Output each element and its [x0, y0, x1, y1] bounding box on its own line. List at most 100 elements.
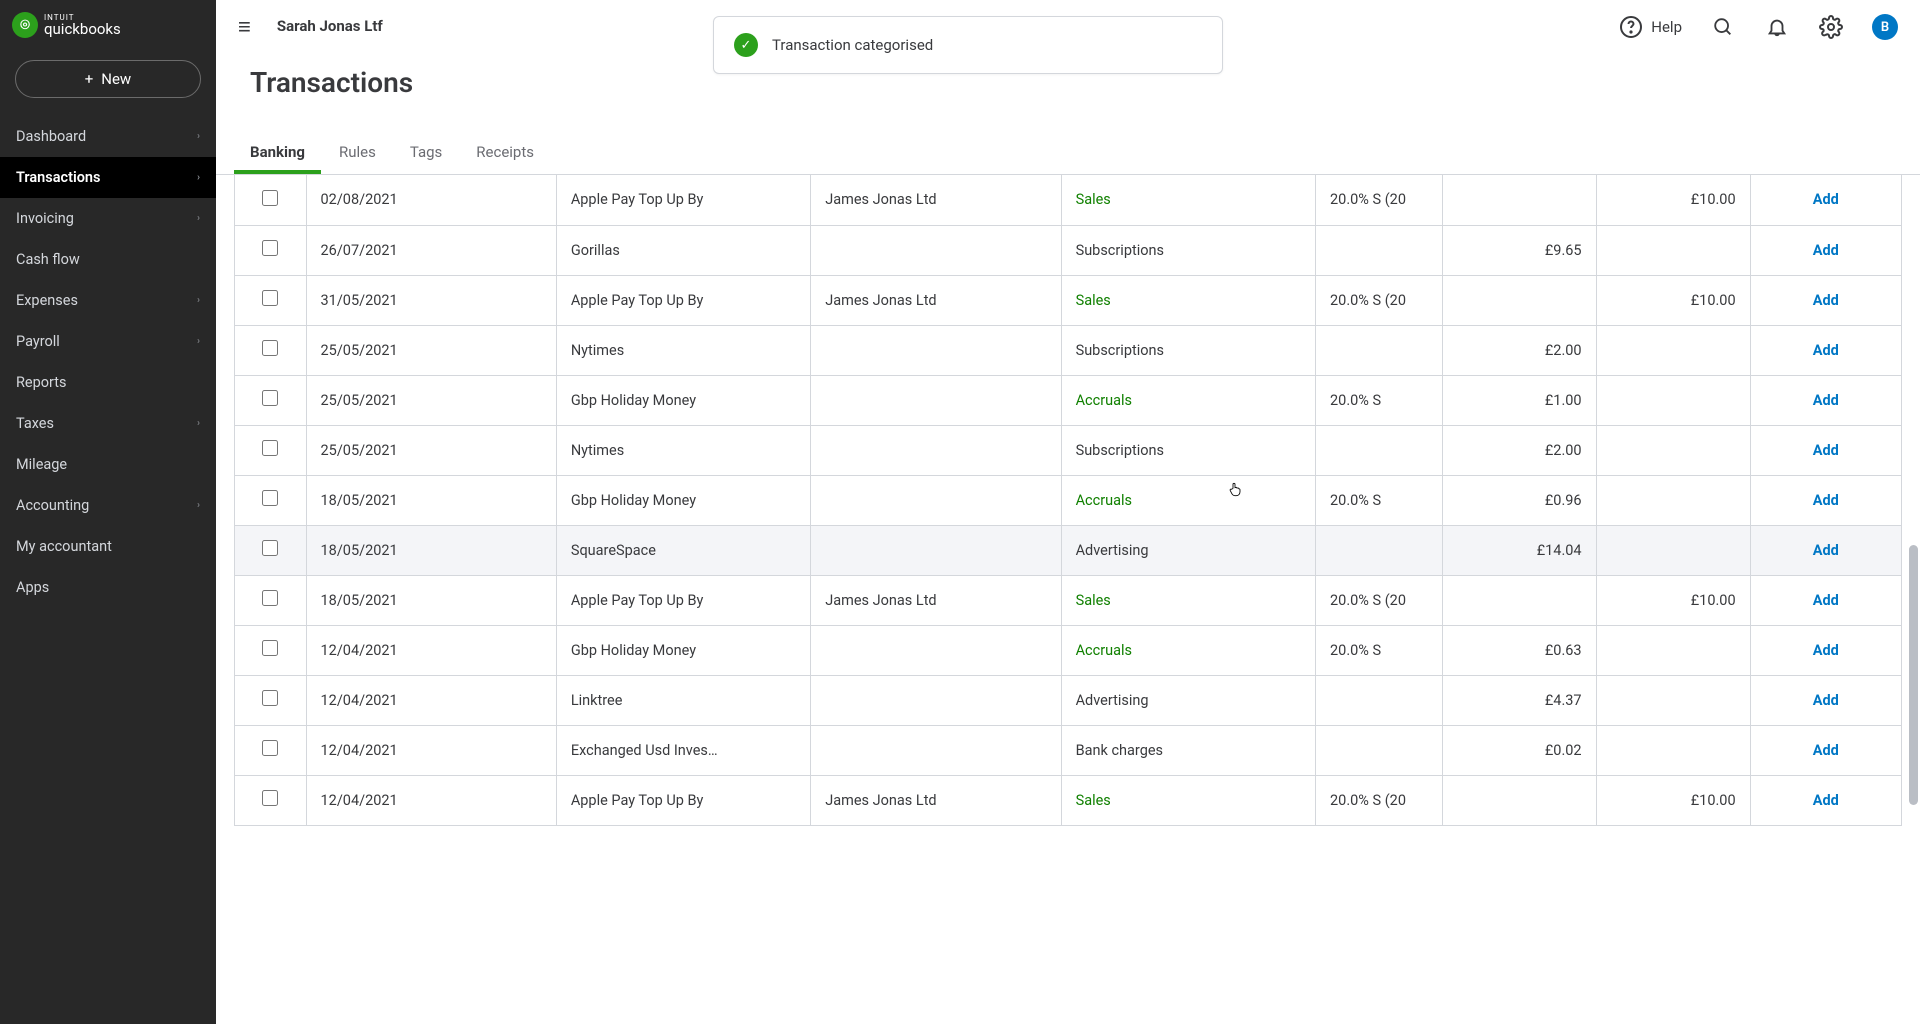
cell-spent: £0.96	[1442, 475, 1596, 525]
add-button[interactable]: Add	[1813, 242, 1839, 259]
add-button[interactable]: Add	[1813, 191, 1839, 208]
chevron-right-icon: ›	[197, 213, 200, 224]
table-row[interactable]: 18/05/2021Apple Pay Top Up ByJames Jonas…	[235, 575, 1902, 625]
user-avatar[interactable]: B	[1872, 14, 1898, 40]
sidebar-item-dashboard[interactable]: Dashboard›	[0, 116, 216, 157]
table-row[interactable]: 25/05/2021Gbp Holiday MoneyAccruals20.0%…	[235, 375, 1902, 425]
sidebar-item-my-accountant[interactable]: My accountant	[0, 526, 216, 567]
table-row[interactable]: 18/05/2021Gbp Holiday MoneyAccruals20.0%…	[235, 475, 1902, 525]
qb-logo-icon: ⌾	[12, 12, 38, 38]
cell-category: Subscriptions	[1061, 225, 1315, 275]
settings-gear-icon[interactable]	[1818, 14, 1844, 40]
add-button[interactable]: Add	[1813, 392, 1839, 409]
cell-description: Nytimes	[556, 325, 810, 375]
row-checkbox[interactable]	[262, 240, 278, 256]
row-checkbox[interactable]	[262, 490, 278, 506]
sidebar-item-expenses[interactable]: Expenses›	[0, 280, 216, 321]
table-row[interactable]: 18/05/2021SquareSpaceAdvertising£14.04Ad…	[235, 525, 1902, 575]
sidebar-item-reports[interactable]: Reports	[0, 362, 216, 403]
row-checkbox[interactable]	[262, 690, 278, 706]
row-checkbox[interactable]	[262, 290, 278, 306]
sidebar: ⌾ INTUIT quickbooks + New Dashboard›Tran…	[0, 0, 216, 1024]
table-row[interactable]: 12/04/2021Apple Pay Top Up ByJames Jonas…	[235, 775, 1902, 825]
company-name[interactable]: Sarah Jonas Ltf	[277, 17, 383, 35]
cell-received	[1596, 725, 1750, 775]
sidebar-item-label: Taxes	[16, 415, 54, 432]
tab-receipts[interactable]: Receipts	[460, 129, 550, 174]
cell-description: Exchanged Usd Inves…	[556, 725, 810, 775]
new-button[interactable]: + New	[15, 60, 201, 98]
add-button[interactable]: Add	[1813, 492, 1839, 509]
new-label: New	[101, 70, 131, 88]
cell-category: Sales	[1061, 575, 1315, 625]
cell-date: 02/08/2021	[306, 175, 556, 225]
table-row[interactable]: 12/04/2021Exchanged Usd Inves…Bank charg…	[235, 725, 1902, 775]
cell-spent	[1442, 575, 1596, 625]
sidebar-item-payroll[interactable]: Payroll›	[0, 321, 216, 362]
add-button[interactable]: Add	[1813, 692, 1839, 709]
row-checkbox[interactable]	[262, 640, 278, 656]
sidebar-item-apps[interactable]: Apps	[0, 567, 216, 608]
cell-spent: £4.37	[1442, 675, 1596, 725]
logo-qb: quickbooks	[44, 22, 121, 37]
cell-category: Accruals	[1061, 625, 1315, 675]
sidebar-item-invoicing[interactable]: Invoicing›	[0, 198, 216, 239]
table-row[interactable]: 26/07/2021GorillasSubscriptions£9.65Add	[235, 225, 1902, 275]
table-row[interactable]: 25/05/2021NytimesSubscriptions£2.00Add	[235, 425, 1902, 475]
cell-spent: £0.02	[1442, 725, 1596, 775]
cell: Add	[1750, 225, 1901, 275]
cell-payee	[811, 625, 1061, 675]
scrollbar-thumb[interactable]	[1909, 545, 1918, 805]
row-checkbox[interactable]	[262, 590, 278, 606]
brand-logo[interactable]: ⌾ INTUIT quickbooks	[0, 0, 216, 52]
tab-banking[interactable]: Banking	[234, 129, 321, 174]
add-button[interactable]: Add	[1813, 592, 1839, 609]
search-icon[interactable]	[1710, 14, 1736, 40]
cell-payee: James Jonas Ltd	[811, 175, 1061, 225]
row-checkbox[interactable]	[262, 540, 278, 556]
table-row[interactable]: 31/05/2021Apple Pay Top Up ByJames Jonas…	[235, 275, 1902, 325]
add-button[interactable]: Add	[1813, 342, 1839, 359]
add-button[interactable]: Add	[1813, 792, 1839, 809]
add-button[interactable]: Add	[1813, 292, 1839, 309]
cell-spent: £9.65	[1442, 225, 1596, 275]
add-button[interactable]: Add	[1813, 742, 1839, 759]
row-checkbox[interactable]	[262, 440, 278, 456]
cell-date: 18/05/2021	[306, 525, 556, 575]
hamburger-icon[interactable]: ≡	[238, 14, 251, 40]
plus-icon: +	[85, 70, 94, 88]
sidebar-item-cash-flow[interactable]: Cash flow	[0, 239, 216, 280]
tab-rules[interactable]: Rules	[323, 129, 392, 174]
cell-vat	[1316, 525, 1443, 575]
add-button[interactable]: Add	[1813, 442, 1839, 459]
cell-date: 25/05/2021	[306, 425, 556, 475]
add-button[interactable]: Add	[1813, 542, 1839, 559]
sidebar-item-accounting[interactable]: Accounting›	[0, 485, 216, 526]
row-checkbox[interactable]	[262, 340, 278, 356]
row-checkbox[interactable]	[262, 790, 278, 806]
table-row[interactable]: 25/05/2021NytimesSubscriptions£2.00Add	[235, 325, 1902, 375]
row-checkbox[interactable]	[262, 390, 278, 406]
cell: Add	[1750, 625, 1901, 675]
cell-received: £10.00	[1596, 275, 1750, 325]
scrollbar-track[interactable]	[1908, 175, 1918, 1024]
sidebar-item-mileage[interactable]: Mileage	[0, 444, 216, 485]
cell-received: £10.00	[1596, 775, 1750, 825]
add-button[interactable]: Add	[1813, 642, 1839, 659]
sidebar-item-transactions[interactable]: Transactions›	[0, 157, 216, 198]
row-checkbox[interactable]	[262, 190, 278, 206]
cell	[235, 275, 307, 325]
table-row[interactable]: 12/04/2021Gbp Holiday MoneyAccruals20.0%…	[235, 625, 1902, 675]
table-row[interactable]: 02/08/2021Apple Pay Top Up ByJames Jonas…	[235, 175, 1902, 225]
sidebar-item-taxes[interactable]: Taxes›	[0, 403, 216, 444]
row-checkbox[interactable]	[262, 740, 278, 756]
sidebar-item-label: Payroll	[16, 333, 60, 350]
cell-description: Gorillas	[556, 225, 810, 275]
tab-tags[interactable]: Tags	[394, 129, 458, 174]
help-button[interactable]: Help	[1618, 14, 1682, 40]
chevron-right-icon: ›	[197, 131, 200, 142]
notifications-icon[interactable]	[1764, 14, 1790, 40]
table-row[interactable]: 12/04/2021LinktreeAdvertising£4.37Add	[235, 675, 1902, 725]
cell	[235, 675, 307, 725]
cell-vat: 20.0% S (20	[1316, 275, 1443, 325]
